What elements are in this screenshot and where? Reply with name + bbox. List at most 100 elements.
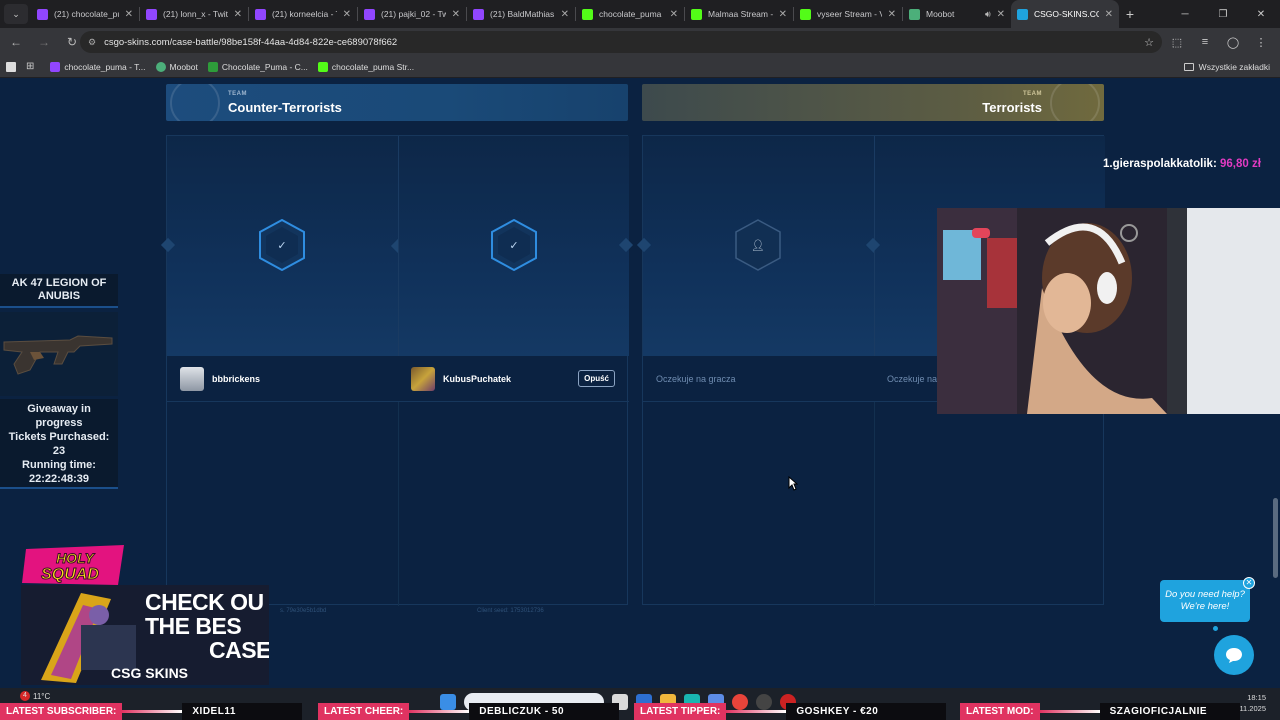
tab-title: (21) BaldMathias — [490, 9, 555, 19]
tab-favicon-icon — [909, 8, 920, 20]
bookmark-item[interactable]: Chocolate_Puma - C... — [207, 61, 308, 72]
slot-3: 👤︎ — [643, 136, 882, 356]
close-window-button[interactable]: ✕ — [1242, 0, 1280, 28]
bookmark-item[interactable]: chocolate_puma Str... — [317, 61, 414, 72]
browser-tab[interactable]: Malmaa Stream - ✕ — [685, 0, 793, 28]
profile-icon[interactable]: ◯ — [1222, 31, 1244, 53]
team-ct-panel: ✓ ✓ bbbrickens KubusPuchatek Opuść — [166, 135, 629, 606]
close-tab-icon[interactable]: ✕ — [561, 9, 569, 20]
browser-tab[interactable]: (21) chocolate_pu ✕ — [31, 0, 139, 28]
avatar — [411, 366, 435, 391]
waiting-text: Oczekuje na gracza — [656, 373, 736, 384]
tab-favicon-icon — [800, 8, 811, 20]
browser-tab[interactable]: chocolate_puma ✕ — [576, 0, 684, 28]
minimize-button[interactable]: ─ — [1166, 0, 1204, 28]
promo-line-2: THE BES — [145, 613, 242, 639]
tab-title: vyseer Stream - V — [817, 9, 882, 19]
ticker-tipper: LATEST TIPPER: GOSHKEY - €20 — [634, 703, 947, 720]
check-icon: ✓ — [509, 239, 519, 252]
close-icon[interactable]: ✕ — [1243, 577, 1255, 589]
tab-strip: ⌄ (21) chocolate_pu ✕ (21) lonn_x - Twit ✕(… — [0, 0, 1280, 28]
tab-title: (21) lonn_x - Twit — [163, 9, 228, 19]
tab-title: chocolate_puma — [599, 9, 662, 19]
tab-favicon-icon — [691, 8, 702, 20]
top-donor: 1.gieraspolakkatolik: 96,80 zł — [1103, 158, 1261, 170]
ticker-bar — [1039, 710, 1100, 713]
tab-favicon-icon — [37, 8, 48, 20]
site-info-icon[interactable]: ⚙ — [88, 37, 96, 48]
close-tab-icon[interactable]: ✕ — [888, 9, 896, 20]
ak47-image — [0, 312, 118, 396]
player-row: bbbrickens — [167, 356, 398, 402]
back-button[interactable]: ← — [4, 30, 28, 54]
browser-tab[interactable]: (21) korneelcia - T ✕ — [249, 0, 357, 28]
media-icon[interactable]: ≡ — [1194, 31, 1216, 53]
address-bar[interactable]: ⚙ csgo-skins.com/case-battle/98be158f-44… — [80, 31, 1162, 53]
player-row[interactable]: Oczekuje na gracza — [643, 356, 874, 402]
slot-1: ✓ — [167, 136, 406, 356]
ticker-value: DEBLICZUK - 50 — [469, 703, 620, 720]
squad-text: SQUAD — [41, 566, 99, 583]
tab-title: (21) korneelcia - T — [272, 9, 337, 19]
tab-title: (21) chocolate_pu — [54, 9, 119, 19]
scroll-thumb[interactable] — [1273, 498, 1278, 578]
bookmark-item[interactable]: Moobot — [155, 61, 198, 72]
window-controls: ─ ❐ ✕ — [1166, 0, 1280, 28]
close-tab-icon[interactable]: ✕ — [343, 9, 351, 20]
maximize-button[interactable]: ❐ — [1204, 0, 1242, 28]
ticker-mod: LATEST MOD: SZAGIOFICJALNIE — [960, 703, 1240, 720]
tab-favicon-icon — [146, 8, 157, 20]
chat-button[interactable] — [1214, 635, 1254, 675]
weather-widget[interactable]: 4 11°C — [20, 691, 50, 701]
promo-banner: CHECK OU THE BES CASE CSG SKINS — [21, 585, 269, 685]
temperature: 11°C — [33, 691, 51, 701]
promo-line-1: CHECK OU — [145, 589, 264, 615]
extensions-icon[interactable]: ⬚ — [1166, 31, 1188, 53]
close-tab-icon[interactable]: ✕ — [670, 9, 678, 20]
moobot-icon — [155, 61, 166, 72]
browser-tab[interactable]: (21) lonn_x - Twit ✕ — [140, 0, 248, 28]
close-tab-icon[interactable]: ✕ — [997, 9, 1005, 20]
all-bookmarks-button[interactable]: Wszystkie zakładki — [1183, 62, 1270, 72]
close-tab-icon[interactable]: ✕ — [234, 9, 242, 20]
browser-toolbar: ← → ↻ ⚙ csgo-skins.com/case-battle/98be1… — [0, 28, 1280, 56]
tab-favicon-icon — [1017, 8, 1028, 20]
running-time-value: 22:22:48:39 — [29, 473, 89, 485]
help-bubble[interactable]: Do you need help? We're here! — [1160, 580, 1250, 622]
browser-tab[interactable]: Moobot 🔊︎ ✕ — [903, 0, 1011, 28]
new-tab-button[interactable]: + — [1119, 6, 1141, 22]
ticker-value: XIDEL11 — [182, 703, 303, 720]
leave-button[interactable]: Opuść — [578, 370, 615, 387]
promo-line-3: CASE — [209, 637, 269, 663]
tab-title: CSGO-SKINS.COM — [1034, 9, 1099, 19]
audio-icon[interactable]: 🔊︎ — [985, 9, 991, 20]
bookmark-label: Moobot — [169, 61, 198, 72]
sidebar-toggle-icon[interactable] — [6, 61, 16, 72]
team-label: TEAM — [228, 91, 247, 97]
team-ct-header: TEAM Counter-Terrorists — [166, 84, 628, 121]
tab-search-button[interactable]: ⌄ — [4, 4, 28, 24]
bookmark-item[interactable]: chocolate_puma - T... — [50, 61, 146, 72]
giveaway-item-title: AK 47 LEGION OF ANUBIS — [0, 274, 118, 308]
forward-button[interactable]: → — [32, 30, 56, 54]
menu-icon[interactable]: ⋮ — [1250, 31, 1272, 53]
browser-tab[interactable]: CSGO-SKINS.COM ✕ — [1011, 0, 1119, 28]
slot-items-area — [643, 402, 874, 606]
ready-hex-icon: ✓ — [491, 219, 537, 271]
browser-tab[interactable]: (21) pajki_02 - Tw ✕ — [358, 0, 466, 28]
close-tab-icon[interactable]: ✕ — [452, 9, 460, 20]
bookmark-label: chocolate_puma - T... — [64, 61, 146, 72]
close-tab-icon[interactable]: ✕ — [125, 9, 133, 20]
apps-icon[interactable]: ⊞ — [26, 61, 34, 72]
close-tab-icon[interactable]: ✕ — [1105, 9, 1113, 20]
browser-tab[interactable]: vyseer Stream - V ✕ — [794, 0, 902, 28]
giveaway-status: Giveaway in progress — [27, 403, 91, 429]
team-t-name: Terrorists — [982, 100, 1042, 115]
close-tab-icon[interactable]: ✕ — [779, 9, 787, 20]
running-time-label: Running time: — [22, 459, 96, 471]
ready-hex-icon: ✓ — [259, 219, 305, 271]
browser-tab[interactable]: (21) BaldMathias ✕ — [467, 0, 575, 28]
slot-items-area — [874, 402, 1105, 606]
avatar — [180, 366, 204, 391]
bookmark-star-icon[interactable]: ☆ — [1144, 36, 1154, 49]
